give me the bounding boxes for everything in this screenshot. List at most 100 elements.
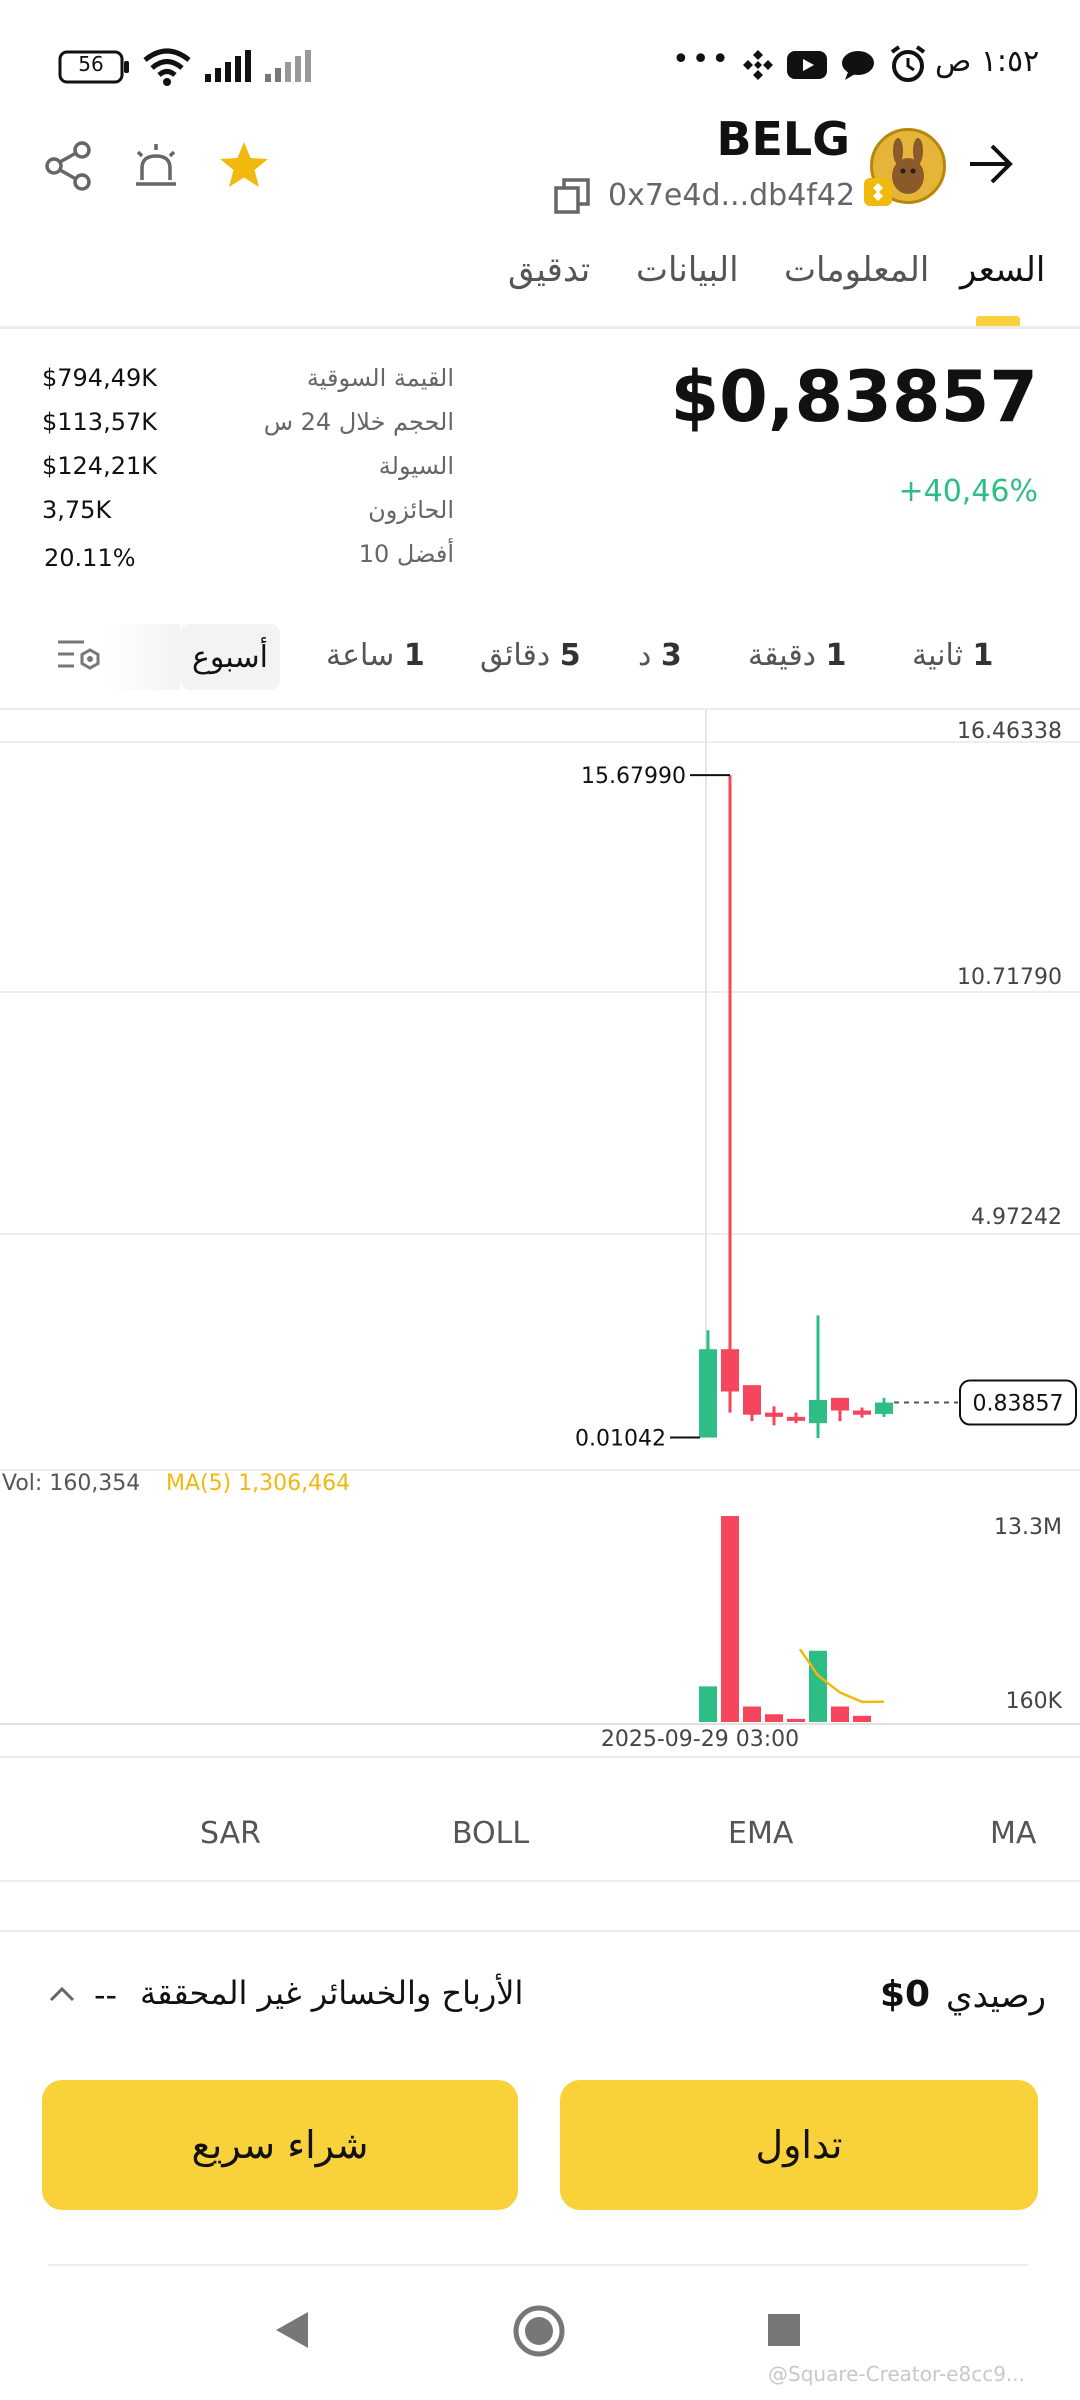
date-label: 2025-09-29 03:00: [601, 1727, 799, 1752]
tab-indicator: [976, 316, 1020, 326]
timeframe-3m[interactable]: 3 د: [638, 638, 682, 673]
holders-value: 3,75K: [42, 496, 112, 524]
overflow-dots: •••: [672, 42, 732, 77]
timeframe-1s-unit: ثانية: [912, 638, 963, 673]
candle-body: [787, 1416, 805, 1421]
indicator-ma[interactable]: MA: [990, 1816, 1036, 1851]
quick-buy-label: شراء سريع: [191, 2123, 369, 2167]
timeframe-1m-num: 1: [825, 638, 847, 673]
volume-bar: [809, 1650, 827, 1722]
candle-body: [875, 1402, 893, 1414]
balance-label: رصيدي: [946, 1976, 1047, 2016]
y-axis-label: 4.97242: [971, 1205, 1062, 1230]
battery-level: 56: [78, 52, 104, 76]
y-axis-label: 16.46338: [957, 719, 1062, 744]
timeframe-week-label: أسبوع: [192, 639, 268, 675]
market-cap-value: $794,49K: [42, 364, 157, 392]
timeframe-1h-num: 1: [403, 638, 425, 673]
chat-icon: [840, 48, 876, 82]
timeframe-3m-unit: د: [638, 638, 652, 673]
volume-bar: [853, 1715, 871, 1722]
volume-axis-label: 13.3M: [994, 1515, 1062, 1540]
volume-bar: [831, 1706, 849, 1722]
timeframe-fade: [106, 624, 180, 690]
wifi-icon: [142, 46, 192, 86]
alarm-icon: [888, 44, 928, 84]
candle-body: [809, 1399, 827, 1424]
volume-bar: [699, 1686, 717, 1722]
candle-body: [853, 1410, 871, 1415]
unrealized-pnl-label: الأرباح والخسائر غير المحققة: [140, 1974, 524, 2012]
indicator-boll[interactable]: BOLL: [452, 1816, 529, 1851]
y-axis-label: 10.71790: [957, 965, 1062, 990]
tab-info[interactable]: المعلومات: [784, 250, 929, 290]
binance-icon: [740, 48, 776, 84]
volume-bar: [787, 1718, 805, 1722]
price-value: $0,83857: [670, 356, 1038, 438]
volume-ma-label: MA(5) 1,306,464: [166, 1471, 350, 1496]
price-chart[interactable]: 16.46338 10.71790 4.97242 15.67990 0.01042 0.…: [0, 710, 1080, 1760]
liquidity-label: السيولة: [378, 452, 454, 480]
chain-badge: [864, 178, 892, 206]
timeframe-1m[interactable]: 1 دقيقة: [748, 638, 846, 673]
timeframe-3m-num: 3: [660, 638, 682, 673]
indicators-divider-top: [0, 1756, 1080, 1758]
quick-buy-button[interactable]: شراء سريع: [42, 2080, 518, 2210]
section-divider: [0, 1930, 1080, 1932]
trade-label: تداول: [755, 2123, 843, 2167]
chart-settings-icon[interactable]: [56, 636, 102, 676]
liquidity-value: $124,21K: [42, 452, 157, 480]
copy-icon[interactable]: [552, 176, 592, 216]
high-price-label: 15.67990: [581, 764, 686, 789]
status-bar: 56 ••• ١:٥٢ ص: [0, 30, 1080, 100]
volume-bar: [765, 1714, 783, 1722]
indicator-sar[interactable]: SAR: [200, 1816, 261, 1851]
nav-home-icon[interactable]: [512, 2304, 566, 2358]
youtube-icon: [786, 50, 828, 80]
token-name: BELG: [716, 112, 850, 166]
volume-axis-label: 160K: [1006, 1689, 1063, 1714]
timeframe-1h[interactable]: 1 ساعة: [326, 638, 425, 673]
volume-24h-value: $113,57K: [42, 408, 157, 436]
share-icon[interactable]: [42, 140, 94, 192]
tab-price[interactable]: السعر: [960, 250, 1045, 290]
volume-bar: [721, 1516, 739, 1722]
timeframe-5m[interactable]: 5 دقائق: [480, 638, 581, 673]
timeframe-5m-unit: دقائق: [480, 638, 551, 673]
timeframe-1s-num: 1: [972, 638, 994, 673]
status-time: ١:٥٢ ص: [935, 44, 1040, 79]
signal-2-icon: [263, 48, 313, 84]
volume-bar: [743, 1706, 761, 1722]
current-price-label: 0.83857: [973, 1392, 1064, 1417]
token-address[interactable]: 0x7e4d...db4f42: [608, 178, 855, 213]
low-price-label: 0.01042: [575, 1427, 666, 1452]
candle-body: [699, 1349, 717, 1438]
alert-bell-icon[interactable]: [130, 140, 182, 192]
signal-icon: [203, 48, 253, 84]
top10-label: أفضل 10: [358, 540, 454, 568]
balance-value: $0: [880, 1974, 931, 2015]
top10-value: 20.11%: [44, 544, 136, 572]
volume-24h-label: الحجم خلال 24 س: [263, 408, 454, 436]
tab-data[interactable]: البيانات: [636, 250, 739, 290]
nav-back-icon[interactable]: [270, 2308, 314, 2352]
tabs-divider: [0, 326, 1080, 329]
market-cap-label: القيمة السوقية: [306, 364, 454, 392]
timeframe-week[interactable]: أسبوع: [180, 624, 280, 690]
volume-label: Vol: 160,354: [2, 1471, 140, 1496]
watermark: @Square-Creator-e8cc9...: [768, 2362, 1025, 2386]
candle-body: [721, 1349, 739, 1392]
trade-button[interactable]: تداول: [560, 2080, 1038, 2210]
candle-body: [831, 1397, 849, 1411]
holders-label: الحائزون: [368, 496, 454, 524]
star-icon[interactable]: [216, 138, 272, 194]
timeframe-1h-unit: ساعة: [326, 638, 395, 673]
nav-divider: [48, 2264, 1028, 2266]
unrealized-pnl-value: --: [94, 1976, 118, 2014]
tab-audit[interactable]: تدقيق: [508, 250, 590, 290]
timeframe-1s[interactable]: 1 ثانية: [912, 638, 993, 673]
chevron-up-icon[interactable]: [48, 1984, 76, 2004]
nav-recents-icon[interactable]: [764, 2310, 804, 2350]
indicator-ema[interactable]: EMA: [728, 1816, 793, 1851]
arrow-right-icon[interactable]: [966, 142, 1016, 186]
